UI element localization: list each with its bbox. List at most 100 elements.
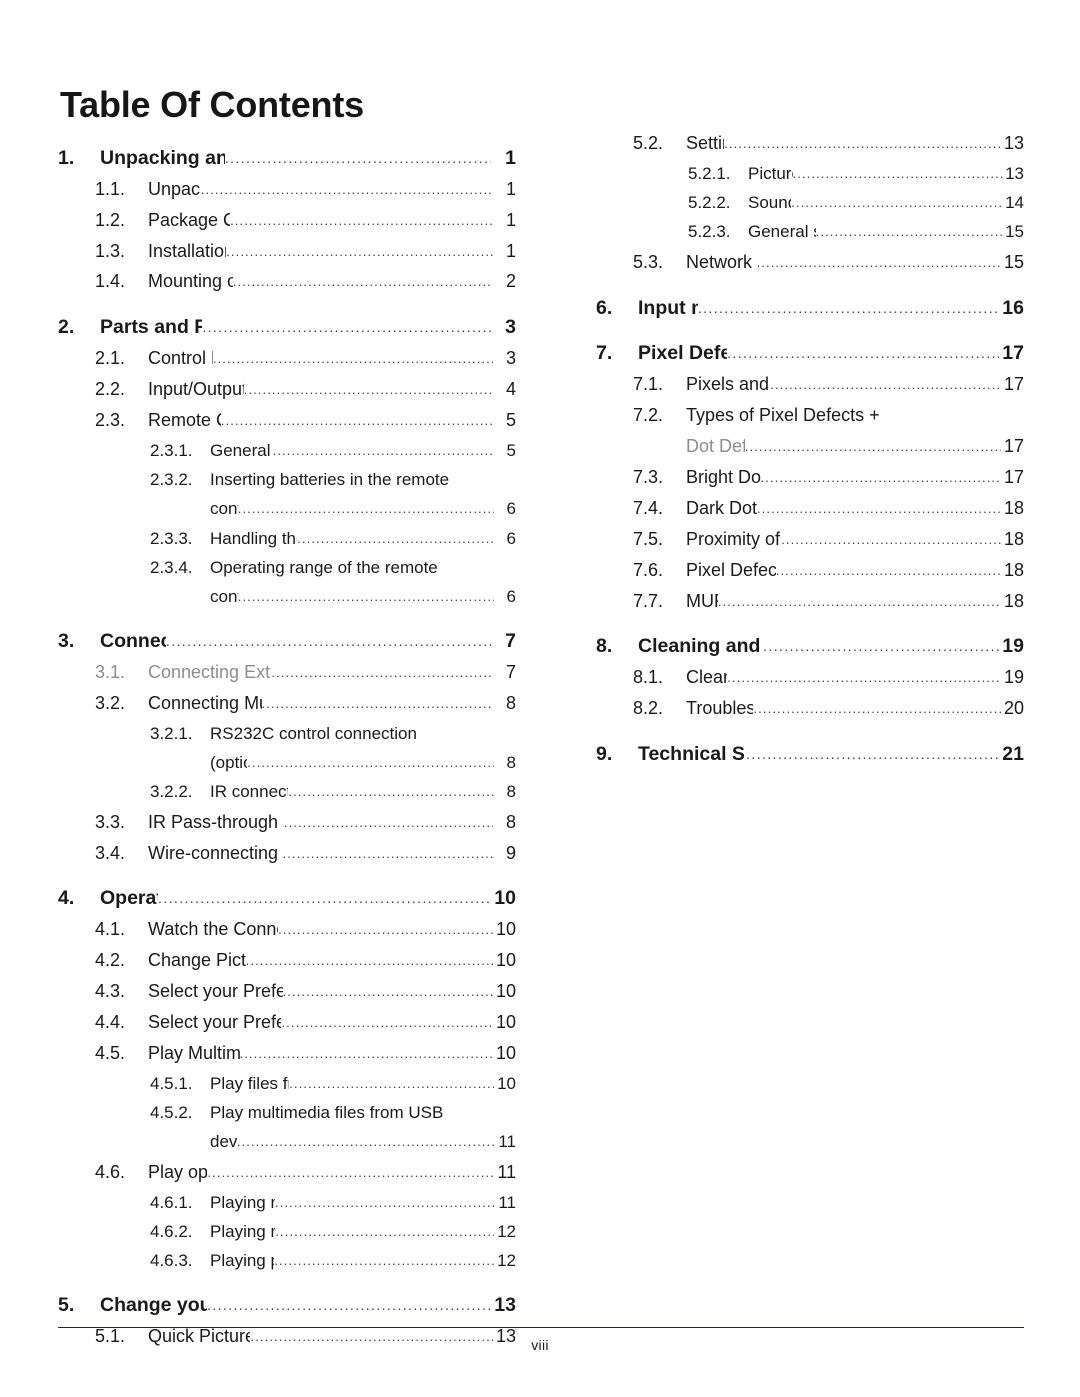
toc-entry-level-1[interactable]: 2. Parts and Functions...................… xyxy=(58,313,516,343)
toc-entry-number: 1.1. xyxy=(95,178,126,199)
toc-entry-level-3[interactable]: 4.5.2. Play multimedia files from USB xyxy=(58,1098,516,1127)
toc-entry-body: control.................................… xyxy=(210,494,516,523)
toc-entry-level-2[interactable]: 1.2. Package Contents....................… xyxy=(58,205,516,236)
toc-leader-dots: ........................................… xyxy=(791,195,1002,211)
toc-entry-level-2[interactable]: 4.1. Watch the Connected Video Source....… xyxy=(58,914,516,945)
toc-entry-level-2[interactable]: 7.3. Bright Dot Defects..................… xyxy=(596,462,1024,493)
toc-entry-label: Unpacking xyxy=(148,178,201,199)
toc-entry-number: 5.2. xyxy=(633,133,664,153)
toc-entry-level-2[interactable]: 3.3. IR Pass-through Connection (optional… xyxy=(58,807,516,838)
toc-entry-level-2[interactable]: 8.1. Cleaning............................… xyxy=(596,662,1024,693)
toc-entry-body: Technical Specifications................… xyxy=(638,740,1024,770)
toc-entry-number: 3.2.2. xyxy=(150,782,193,802)
toc-entry-level-2[interactable]: 7.4. Dark Dot Defects....................… xyxy=(596,493,1024,524)
toc-entry-level-3[interactable]: 2.3.4. Operating range of the remote xyxy=(58,553,516,582)
toc-entry-level-2[interactable]: 3.2. Connecting Multiple Displays........… xyxy=(58,688,516,719)
toc-entry-label: IR connection (optional) xyxy=(210,782,288,802)
toc-entry-label: (optional) xyxy=(210,753,247,773)
toc-entry-level-2[interactable]: 5.2. Settings............................… xyxy=(596,128,1024,159)
toc-entry-number: 2.2. xyxy=(95,379,126,400)
toc-entry-number: 5.2.1. xyxy=(688,163,731,183)
toc-entry-level-3[interactable]: 4.6.2. Playing movie files...............… xyxy=(58,1217,516,1246)
toc-entry-page-number: 18 xyxy=(1003,590,1024,611)
toc-entry-body: Play options............................… xyxy=(148,1157,516,1188)
toc-entry-label: Handling the remote control xyxy=(210,528,297,548)
toc-entry-body: Cleaning and Troubleshooting............… xyxy=(638,632,1024,662)
toc-entry-level-1[interactable]: 3. Connection............................… xyxy=(58,627,516,657)
toc-entry-level-3[interactable]: 2.3.2.control...........................… xyxy=(58,494,516,523)
toc-entry-level-2[interactable]: 2.1. Control Panel.......................… xyxy=(58,343,516,374)
toc-entry-level-3[interactable]: 3.2.2. IR connection (optional)..........… xyxy=(58,777,516,806)
toc-entry-number: 4.6.2. xyxy=(150,1221,193,1241)
toc-entry-body: Proximity of Pixel Defects..............… xyxy=(686,524,1024,555)
toc-entry-level-2[interactable]: 4.6. Play options........................… xyxy=(58,1157,516,1188)
toc-entry-body: IR Pass-through Connection (optional)...… xyxy=(148,807,516,838)
toc-entry-level-1[interactable]: 1. Unpacking and Installation............… xyxy=(58,144,516,174)
toc-entry-number: 7.2. xyxy=(633,404,664,425)
toc-entry-level-2[interactable]: 4.5. Play Multimedia Files...............… xyxy=(58,1038,516,1069)
toc-entry-page-number: 8 xyxy=(505,811,516,832)
toc-entry-level-2[interactable]: 4.2. Change Picture Format...............… xyxy=(58,945,516,976)
toc-entry-body: Picture menu............................… xyxy=(748,159,1024,188)
toc-entry-number: 4.6.1. xyxy=(150,1192,193,1212)
toc-entry-level-1[interactable]: 6. Input mode............................… xyxy=(596,294,1024,324)
toc-entry-level-3[interactable]: 3.2.1. RS232C control connection xyxy=(58,719,516,748)
toc-entry-level-2[interactable]: 7.6. Pixel Defect Tolerances.............… xyxy=(596,555,1024,586)
toc-entry-level-3[interactable]: 4.6.3. Playing photo files...............… xyxy=(58,1246,516,1275)
toc-entry-body: Remote Control..........................… xyxy=(148,405,516,436)
toc-entry-page-number: 6 xyxy=(506,587,516,607)
toc-entry-level-1[interactable]: 4. Operation.............................… xyxy=(58,884,516,914)
toc-entry-level-2[interactable]: 2.3. Remote Control......................… xyxy=(58,405,516,436)
toc-entry-level-2[interactable]: 5.3. Network Settings....................… xyxy=(596,247,1024,278)
footer-divider xyxy=(58,1327,1024,1328)
toc-entry-number: 4.5. xyxy=(95,1042,126,1063)
toc-entry-level-2[interactable]: 7.5. Proximity of Pixel Defects..........… xyxy=(596,524,1024,555)
toc-entry-level-2[interactable]: 8.2. Troubleshooting.....................… xyxy=(596,693,1024,724)
toc-entry-level-2[interactable]: 7.2.Dot Definition......................… xyxy=(596,431,1024,462)
toc-entry-level-2[interactable]: 7.1. Pixels and Sub-pixels...............… xyxy=(596,369,1024,400)
toc-entry-level-3[interactable]: 2.3.3. Handling the remote control.......… xyxy=(58,524,516,553)
toc-entry-level-2[interactable]: 7.7. MURA................................… xyxy=(596,586,1024,617)
toc-entry-label: General functions xyxy=(210,440,273,460)
toc-entry-level-3[interactable]: 3.2.1.(optional)........................… xyxy=(58,748,516,777)
toc-entry-level-3[interactable]: 2.3.2. Inserting batteries in the remote xyxy=(58,465,516,494)
toc-entry-level-3[interactable]: 4.5.2.device............................… xyxy=(58,1127,516,1156)
toc-entry-label: Play options xyxy=(148,1161,208,1182)
toc-entry-level-2[interactable]: 1.3. Installation Notes..................… xyxy=(58,236,516,267)
toc-entry-page-number: 10 xyxy=(497,1073,516,1093)
toc-entry-level-2[interactable]: 3.4. Wire-connecting to Network (optional… xyxy=(58,838,516,869)
toc-entry-level-3[interactable]: 5.2.2. Sound menu........................… xyxy=(596,188,1024,217)
toc-entry-level-3[interactable]: 5.2.3. General settings menu.............… xyxy=(596,217,1024,246)
toc-entry-label: Input/Output Terminals xyxy=(148,379,244,400)
toc-entry-level-3[interactable]: 5.2.1. Picture menu......................… xyxy=(596,159,1024,188)
toc-entry-level-3[interactable]: 4.6.1. Playing music files...............… xyxy=(58,1188,516,1217)
toc-entry-level-3[interactable]: 4.5.1. Play files from computer..........… xyxy=(58,1069,516,1098)
toc-entry-label: Unpacking and Installation xyxy=(100,147,225,169)
toc-entry-number: 2.3. xyxy=(95,409,126,430)
toc-entry-body: Package Contents........................… xyxy=(148,205,516,236)
toc-entry-level-1[interactable]: 8. Cleaning and Troubleshooting..........… xyxy=(596,632,1024,662)
toc-entry-level-2[interactable]: 7.2. Types of Pixel Defects + xyxy=(596,400,1024,431)
toc-entry-level-2[interactable]: 1.1. Unpacking...........................… xyxy=(58,174,516,205)
toc-entry-page-number: 11 xyxy=(498,1192,516,1212)
toc-column-left: 1. Unpacking and Installation............… xyxy=(58,128,516,1352)
toc-entry-level-2[interactable]: 3.1. Connecting External Equipments......… xyxy=(58,657,516,688)
toc-entry-body: Sound menu..............................… xyxy=(748,188,1024,217)
toc-entry-label: device xyxy=(210,1132,237,1152)
toc-entry-level-2[interactable]: 1.4. Mounting on a Wall..................… xyxy=(58,266,516,297)
toc-entry-level-3[interactable]: 2.3.1. General functions.................… xyxy=(58,436,516,465)
toc-entry-level-2[interactable]: 2.2. Input/Output Terminals..............… xyxy=(58,374,516,405)
toc-entry-level-2[interactable]: 4.3. Select your Preferred Picture Settin… xyxy=(58,976,516,1007)
toc-leader-dots: ........................................… xyxy=(770,376,1001,392)
toc-leader-dots: ........................................… xyxy=(272,442,494,458)
toc-entry-level-2[interactable]: 4.4. Select your Preferred Sound Settings… xyxy=(58,1007,516,1038)
toc-entry-level-1[interactable]: 9. Technical Specifications..............… xyxy=(596,740,1024,770)
toc-entry-level-3[interactable]: 2.3.4.control...........................… xyxy=(58,582,516,611)
toc-entry-body: Troubleshooting.........................… xyxy=(686,693,1024,724)
toc-entry-level-1[interactable]: 7. Pixel Defect Policy...................… xyxy=(596,339,1024,369)
toc-entry-body: Play multimedia files from USB xyxy=(210,1098,516,1127)
toc-leader-dots: ........................................… xyxy=(237,501,494,517)
toc-entry-number: 5.2.3. xyxy=(688,222,731,242)
toc-leader-dots: ........................................… xyxy=(727,345,999,362)
toc-entry-level-1[interactable]: 5. Change your settings..................… xyxy=(58,1291,516,1321)
